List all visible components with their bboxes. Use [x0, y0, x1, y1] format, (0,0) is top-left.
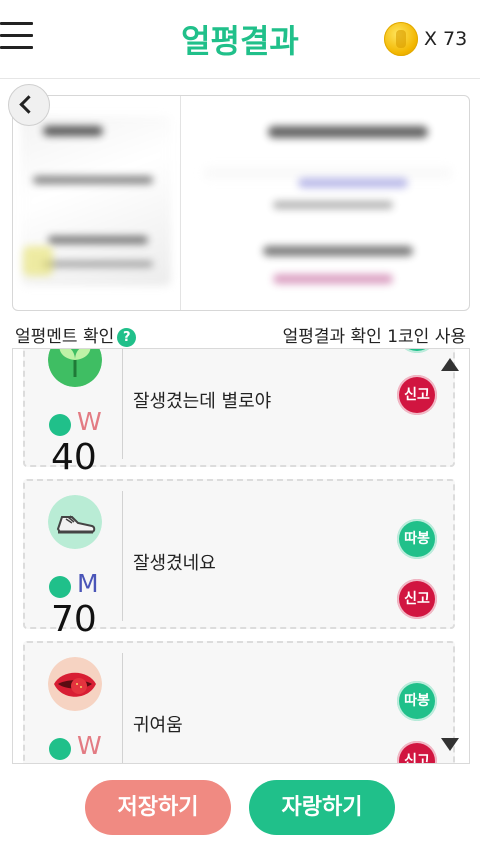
- report-button[interactable]: 신고: [397, 375, 437, 415]
- age-value: 70: [51, 599, 97, 640]
- comment-list[interactable]: W 40 잘생겼는데 별로야 따봉 신고 M 70 잘생겼네요 따봉 신고: [12, 348, 470, 764]
- gender-label: W: [77, 731, 102, 760]
- gender-label: W: [77, 407, 102, 436]
- back-icon[interactable]: [8, 84, 50, 126]
- scroll-up-icon[interactable]: [441, 358, 459, 371]
- sneaker-icon: [48, 495, 102, 549]
- result-photo-card: [12, 95, 470, 311]
- status-dot: [49, 738, 71, 760]
- result-cost-label[interactable]: 얼평결과 확인 1코인 사용: [283, 322, 466, 347]
- status-dot: [49, 414, 71, 436]
- save-button[interactable]: 저장하기: [85, 780, 231, 835]
- lips-icon: [48, 657, 102, 711]
- like-button[interactable]: 따봉: [397, 681, 437, 721]
- comment-item: M 70 잘생겼네요 따봉 신고: [23, 479, 455, 640]
- brag-button[interactable]: 자랑하기: [249, 780, 395, 835]
- comment-text: 잘생겼는데 별로야: [133, 391, 272, 412]
- comment-text: 잘생겼네요: [133, 553, 216, 574]
- comment-text: 귀여움: [133, 715, 183, 736]
- gender-label: M: [77, 569, 99, 598]
- age-value: 79: [51, 761, 97, 763]
- app-header: 얼평결과 X 73: [0, 0, 480, 79]
- like-button[interactable]: 따봉: [397, 519, 437, 559]
- status-dot: [49, 576, 71, 598]
- comment-item: W 40 잘생겼는데 별로야 따봉 신고: [23, 349, 455, 478]
- comments-label-text: 얼평멘트 확인: [15, 327, 115, 347]
- report-button[interactable]: 신고: [397, 579, 437, 619]
- age-value: 40: [51, 437, 97, 478]
- item-divider: [122, 653, 123, 763]
- report-button[interactable]: 신고: [397, 741, 437, 763]
- item-divider: [122, 491, 123, 621]
- item-divider: [122, 349, 123, 459]
- scroll-down-icon[interactable]: [441, 738, 459, 751]
- comments-label: 얼평멘트 확인?: [15, 322, 137, 347]
- like-button[interactable]: 따봉: [397, 349, 437, 353]
- photo-divider: [180, 96, 181, 310]
- comment-item: W 79 귀여움 따봉 신고: [23, 641, 455, 763]
- coin-icon: [384, 22, 418, 56]
- sprout-icon: [48, 349, 102, 387]
- help-icon[interactable]: ?: [117, 327, 137, 347]
- coin-count: X 73: [424, 28, 468, 50]
